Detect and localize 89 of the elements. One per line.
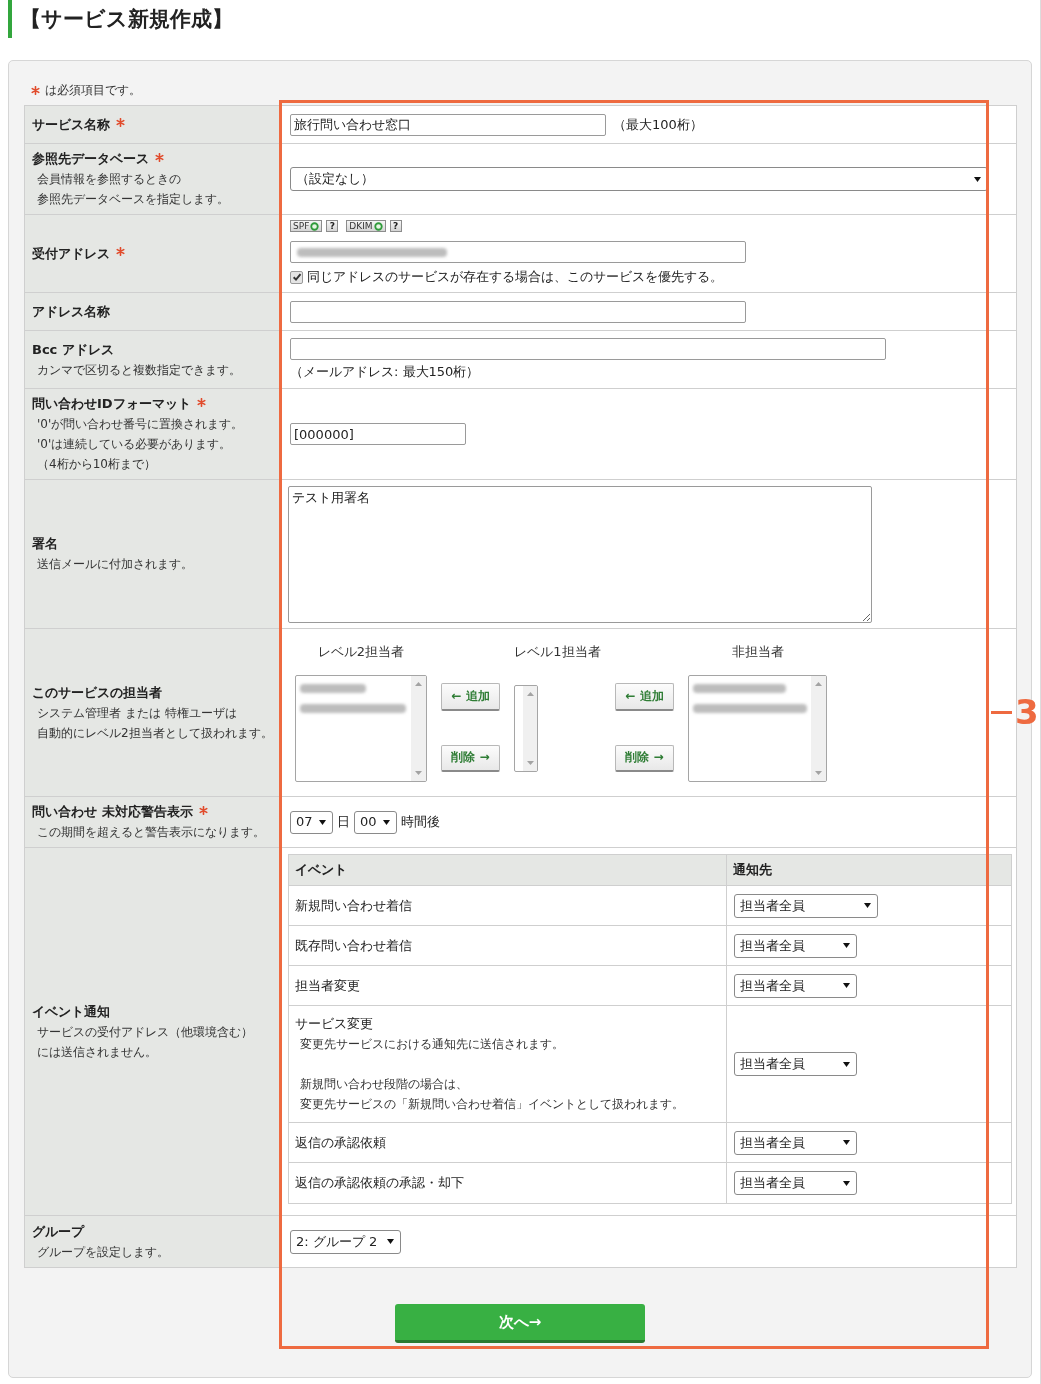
callout-number: 3 (1015, 692, 1039, 732)
recipient-select[interactable]: 担当者全員 (734, 1171, 857, 1195)
email-field[interactable] (290, 241, 746, 263)
length-hint: （メールアドレス: 最大150桁） (290, 362, 480, 381)
field-label: サービス名称 (32, 115, 110, 134)
text-field[interactable]: 旅行問い合わせ窓口 (290, 113, 606, 136)
checkbox[interactable] (290, 270, 303, 284)
field-label: Bcc アドレス (32, 340, 114, 359)
field-label: グループ (32, 1222, 84, 1241)
field-label: 参照先データベース (32, 150, 149, 168)
column-header: イベント (295, 861, 347, 879)
field-note: グループを設定します。 (36, 1243, 170, 1261)
column-header: 通知先 (733, 861, 772, 879)
event-name: 担当者変更 (295, 976, 360, 995)
user-listbox[interactable] (688, 674, 827, 782)
required-legend: は必須項目です。 (45, 81, 141, 99)
scroll-down-icon[interactable] (527, 760, 534, 765)
field-label: 問い合わせIDフォーマット (32, 395, 191, 413)
field-note: サービスの受付アドレス（他環境含む） には送信されません。 (36, 1023, 254, 1061)
field-note: 送信メールに付加されます。 (36, 556, 194, 573)
list-heading: レベル1担当者 (514, 643, 601, 660)
dropdown-select[interactable]: （設定なし） (290, 167, 988, 191)
event-note: 新規問い合わせ段階の場合は、 変更先サービスの「新規問い合わせ着信」イベントとして扱われます。 (299, 1076, 684, 1113)
field-label: アドレス名称 (32, 302, 110, 321)
dropdown-arrow-icon (319, 819, 326, 825)
dropdown-arrow-icon (843, 983, 850, 988)
accent-bar (8, 0, 12, 38)
event-name: 返信の承認依頼の承認・却下 (295, 1174, 464, 1192)
scroll-down-icon[interactable] (415, 770, 422, 775)
dropdown-arrow-icon (843, 943, 850, 948)
list-heading: レベル2担当者 (317, 643, 405, 660)
dropdown-select[interactable]: 2: グループ 2 (290, 1229, 401, 1254)
length-hint: （最大100桁） (613, 115, 703, 134)
field-note: カンマで区切ると複数指定できます。 (36, 361, 242, 379)
dropdown-arrow-icon (387, 1239, 394, 1244)
add-button[interactable]: ← 追加 (615, 682, 674, 711)
user-listbox[interactable] (295, 674, 427, 782)
text-field[interactable] (290, 337, 886, 360)
auth-method-label: DKIM (349, 221, 373, 231)
field-label: 署名 (32, 535, 58, 553)
text-field[interactable]: [000000] (290, 423, 466, 445)
event-name: 既存問い合わせ着信 (295, 936, 412, 955)
help-button[interactable]: ? (389, 220, 402, 232)
field-note: '0'が問い合わせ番号に置換されます。 '0'は連続している必要があります。 （4桁から10桁まで） (36, 416, 245, 473)
auth-method-label: SPF (293, 221, 310, 231)
scroll-down-icon[interactable] (815, 770, 822, 775)
user-listbox[interactable] (514, 684, 538, 772)
dropdown-select[interactable]: 07 (290, 810, 333, 834)
dropdown-arrow-icon (864, 903, 871, 908)
field-label: 受付アドレス (32, 244, 110, 263)
recipient-select[interactable]: 担当者全員 (734, 893, 878, 918)
blurred-text (300, 683, 366, 693)
remove-button[interactable]: 削除 → (441, 744, 500, 772)
callout-leader (991, 711, 1012, 714)
field-label: 問い合わせ 未対応警告表示 (32, 803, 193, 821)
dropdown-arrow-icon (974, 176, 981, 182)
dropdown-arrow-icon (843, 1180, 850, 1186)
event-note: 変更先サービスにおける通知先に送信されます。 (299, 1036, 564, 1053)
dropdown-arrow-icon (383, 819, 390, 825)
unit-label: 時間後 (401, 813, 440, 831)
scroll-up-icon[interactable] (815, 681, 822, 686)
recipient-select[interactable]: 担当者全員 (734, 1130, 857, 1155)
add-button[interactable]: ← 追加 (441, 682, 500, 711)
help-button[interactable]: ? (326, 220, 339, 232)
remove-button[interactable]: 削除 → (615, 744, 674, 772)
field-note: 会員情報を参照するときの 参照先データベースを指定します。 (36, 171, 230, 208)
recipient-select[interactable]: 担当者全員 (734, 933, 857, 958)
checkbox-label: 同じアドレスのサービスが存在する場合は、このサービスを優先する。 (307, 268, 723, 286)
scroll-up-icon[interactable] (415, 681, 422, 686)
unit-label: 日 (337, 813, 350, 831)
recipient-select[interactable]: 担当者全員 (734, 1052, 857, 1076)
dropdown-arrow-icon (843, 1061, 850, 1067)
dropdown-select[interactable]: 00 (354, 810, 397, 834)
scroll-up-icon[interactable] (527, 691, 534, 696)
field-note: この期間を超えると警告表示になります。 (36, 824, 266, 841)
list-heading: 非担当者 (731, 643, 784, 660)
required-asterisk-icon (31, 85, 40, 95)
dropdown-arrow-icon (843, 1140, 850, 1145)
event-name: 新規問い合わせ着信 (295, 896, 412, 915)
text-field[interactable] (290, 300, 746, 323)
event-name: 返信の承認依頼 (295, 1133, 386, 1152)
field-label: イベント通知 (32, 1002, 110, 1021)
recipient-select[interactable]: 担当者全員 (734, 973, 857, 998)
page-title: 【サービス新規作成】 (20, 6, 233, 33)
signature-textarea[interactable]: テスト用署名 (288, 485, 872, 623)
field-note: システム管理者 または 特権ユーザは 自動的にレベル2担当者として扱われます。 (36, 704, 273, 742)
field-label: このサービスの担当者 (32, 683, 162, 702)
event-name: サービス変更 (295, 1015, 373, 1033)
checkmark-icon (291, 272, 302, 282)
